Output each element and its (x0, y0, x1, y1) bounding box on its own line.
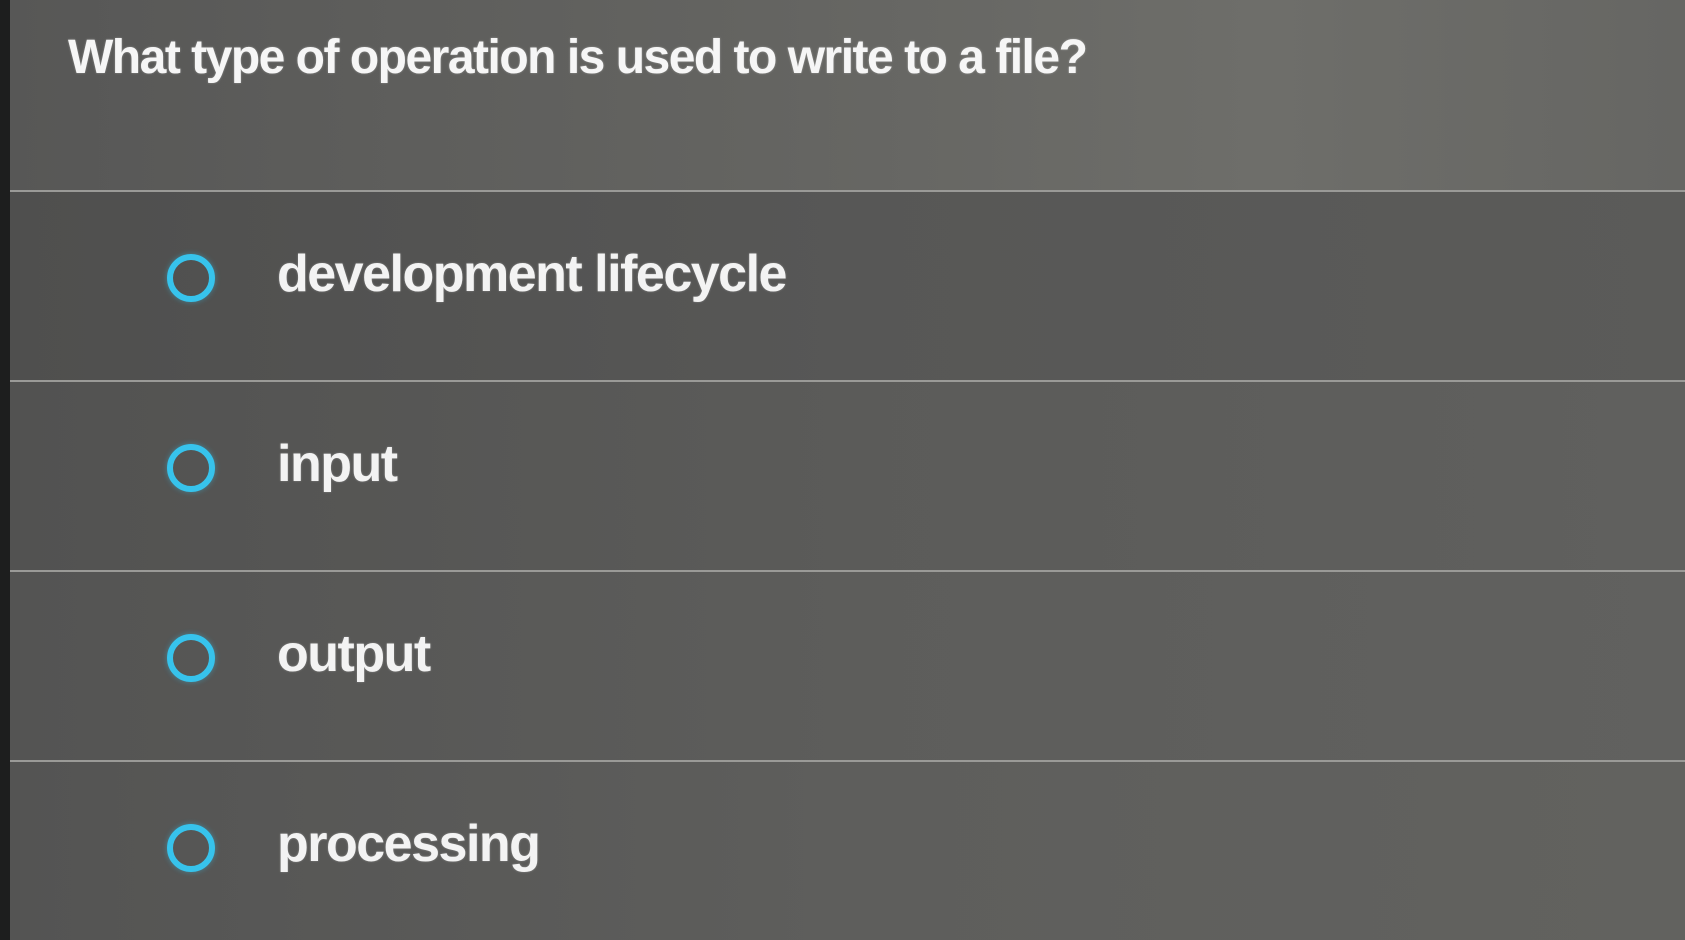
option-label[interactable]: development lifecycle (277, 244, 787, 304)
radio-button-icon[interactable] (167, 634, 215, 682)
answer-options: development lifecycle input output proce… (10, 190, 1685, 940)
option-output[interactable]: output (10, 570, 1685, 760)
option-processing[interactable]: processing (10, 760, 1685, 940)
option-label[interactable]: processing (277, 814, 541, 874)
option-development-lifecycle[interactable]: development lifecycle (10, 190, 1685, 380)
radio-button-icon[interactable] (167, 824, 215, 872)
question-header: What type of operation is used to write … (10, 0, 1685, 192)
option-label[interactable]: input (277, 434, 398, 494)
quiz-screen: What type of operation is used to write … (10, 0, 1685, 940)
question-text: What type of operation is used to write … (68, 31, 1088, 84)
radio-button-icon[interactable] (167, 254, 215, 302)
option-label[interactable]: output (277, 624, 431, 684)
option-input[interactable]: input (10, 380, 1685, 570)
radio-button-icon[interactable] (167, 444, 215, 492)
